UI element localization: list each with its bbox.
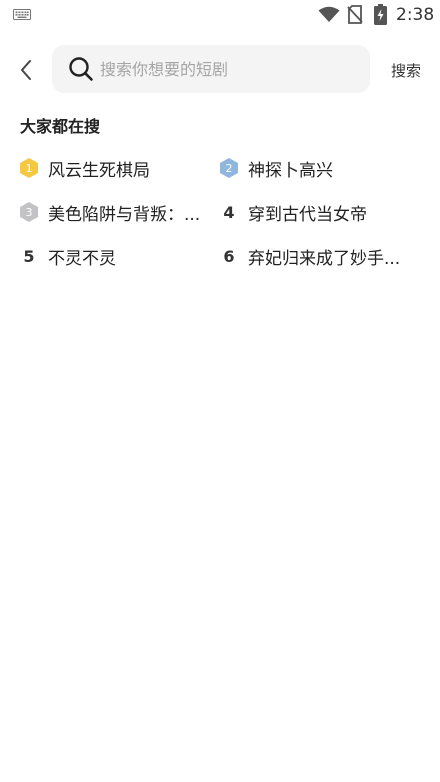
hot-search-label: 弃妃归来成了妙手...	[248, 248, 401, 269]
hot-search-item-1[interactable]: 1 风云生死棋局	[18, 146, 218, 190]
silver-hexagon-badge-icon: 3	[20, 202, 38, 222]
chevron-left-icon	[21, 60, 31, 80]
hot-search-item-6[interactable]: 6 弃妃归来成了妙手...	[218, 234, 418, 278]
clock: 2:38	[396, 5, 435, 25]
rank-number: 3	[26, 206, 33, 219]
rank-number: 2	[226, 162, 233, 175]
wifi-icon	[318, 6, 340, 22]
rank-number: 6	[223, 246, 235, 266]
search-box[interactable]	[52, 45, 370, 93]
rank-number: 4	[223, 202, 235, 222]
status-bar: 2:38	[0, 0, 440, 30]
gold-hexagon-badge-icon: 1	[20, 158, 38, 178]
rank-badge-6: 6	[218, 245, 240, 267]
rank-badge-5: 5	[18, 245, 40, 267]
hot-search-item-4[interactable]: 4 穿到古代当女帝	[218, 190, 418, 234]
search-input[interactable]	[100, 59, 370, 79]
rank-badge-1: 1	[18, 157, 40, 179]
rank-number: 5	[23, 246, 35, 266]
hot-search-label: 神探卜高兴	[248, 160, 333, 181]
hot-search-label: 美色陷阱与背叛：...	[48, 204, 201, 225]
no-sim-icon	[347, 5, 363, 24]
rank-number: 1	[26, 162, 33, 175]
rank-badge-3: 3	[18, 201, 40, 223]
back-button[interactable]	[10, 54, 42, 86]
keyboard-icon	[13, 9, 31, 20]
hot-search-item-3[interactable]: 3 美色陷阱与背叛：...	[18, 190, 218, 234]
rank-badge-2: 2	[218, 157, 240, 179]
hot-search-label: 不灵不灵	[48, 248, 116, 269]
rank-badge-4: 4	[218, 201, 240, 223]
hot-search-label: 穿到古代当女帝	[248, 204, 367, 225]
hot-search-item-5[interactable]: 5 不灵不灵	[18, 234, 218, 278]
battery-charging-icon	[374, 4, 387, 25]
hot-search-label: 风云生死棋局	[48, 160, 150, 181]
hot-search-item-2[interactable]: 2 神探卜高兴	[218, 146, 418, 190]
section-title: 大家都在搜	[20, 117, 101, 136]
search-button[interactable]: 搜索	[382, 56, 430, 84]
search-icon	[69, 57, 93, 81]
blue-hexagon-badge-icon: 2	[220, 158, 238, 178]
